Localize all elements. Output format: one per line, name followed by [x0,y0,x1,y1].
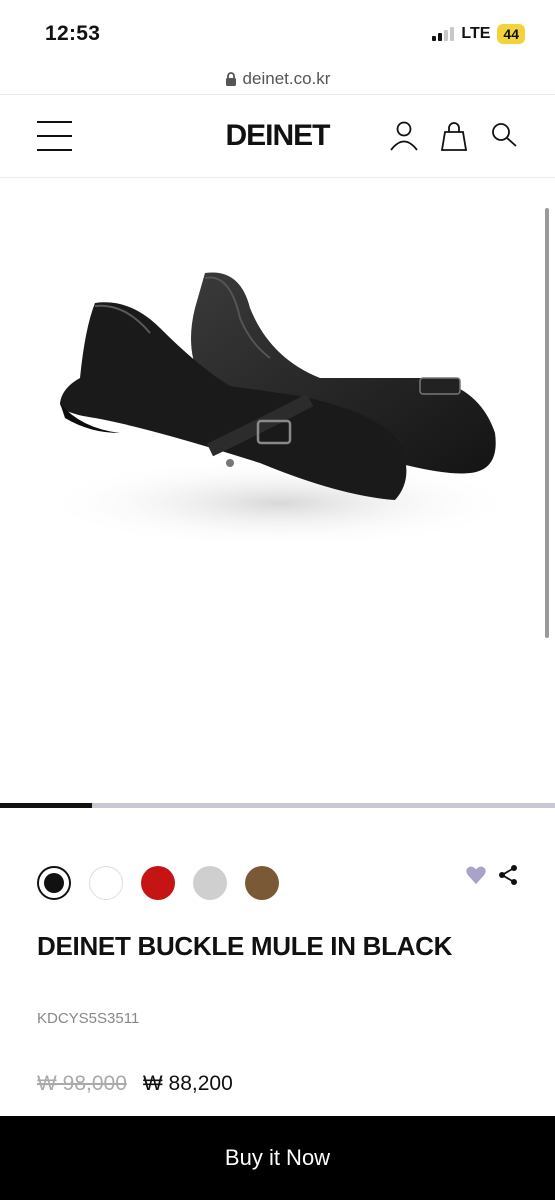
product-image [40,272,520,548]
url-bar[interactable]: deinet.co.kr [0,64,555,94]
price-row: ₩ 98,000 ₩ 88,200 [37,1072,233,1096]
product-actions [465,864,519,886]
share-icon[interactable] [497,864,519,886]
page-scrollbar[interactable] [545,208,549,638]
swatch-white[interactable] [89,866,123,900]
battery-indicator: 44 [497,24,525,44]
product-sku: KDCYS5S3511 [37,1010,140,1027]
url-text: deinet.co.kr [242,69,331,88]
user-icon[interactable] [389,119,419,153]
product-title: DEINET BUCKLE MULE IN BLACK [37,931,453,961]
site-header: DEINET [0,94,555,178]
header-icons [389,119,519,153]
status-bar: 12:53 LTE 44 [0,0,555,64]
image-progress-fill [0,803,93,808]
status-time: 12:53 [45,22,101,45]
sale-price: ₩ 88,200 [142,1072,233,1095]
color-swatches [37,866,279,900]
swatch-red[interactable] [141,866,175,900]
lock-icon [225,71,236,86]
swatch-grey[interactable] [193,866,227,900]
product-page: 12:53 LTE 44 deinet.co.kr DEINET DEINET … [0,0,555,1200]
status-indicators: LTE 44 [432,24,525,44]
image-progress-bar [0,803,555,808]
product-image-carousel[interactable] [0,178,555,803]
swatch-black[interactable] [37,866,71,900]
shopping-bag-icon[interactable] [439,119,469,153]
heart-icon[interactable] [465,864,487,886]
signal-icon [432,27,455,41]
original-price: ₩ 98,000 [37,1072,127,1095]
buy-now-button[interactable]: Buy it Now [0,1116,555,1200]
swatch-brown[interactable] [245,866,279,900]
search-icon[interactable] [489,119,519,153]
network-label: LTE [461,25,491,42]
